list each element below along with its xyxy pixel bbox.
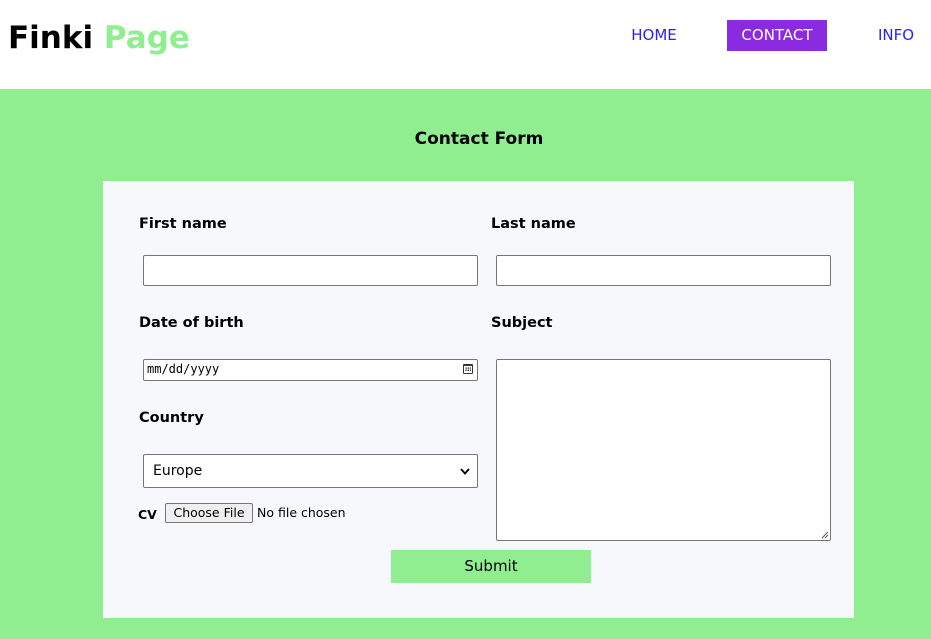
last-name-label: Last name	[491, 216, 576, 232]
country-selected-value: Europe	[153, 463, 203, 479]
choose-file-button[interactable]: Choose File	[165, 503, 253, 523]
cv-label: CV	[138, 507, 157, 522]
dob-label: Date of birth	[139, 315, 244, 331]
nav-info-link[interactable]: INFO	[872, 20, 920, 51]
file-status-text: No file chosen	[257, 505, 346, 520]
logo-part1: Finki	[8, 20, 94, 56]
dob-placeholder: mm/dd/yyyy	[147, 362, 220, 376]
calendar-icon[interactable]	[463, 364, 473, 374]
form-title: Contact Form	[414, 129, 544, 149]
last-name-input[interactable]	[496, 255, 831, 286]
nav-contact-link[interactable]: CONTACT	[727, 20, 827, 51]
subject-textarea[interactable]	[496, 359, 831, 541]
country-label: Country	[139, 410, 204, 426]
nav-home-link[interactable]: HOME	[618, 20, 690, 51]
dob-input[interactable]: mm/dd/yyyy	[143, 359, 478, 381]
site-header: Finki Page HOME CONTACT INFO	[0, 0, 931, 89]
subject-label: Subject	[491, 315, 553, 331]
chevron-down-icon	[460, 468, 470, 475]
country-select[interactable]: Europe	[143, 454, 478, 488]
first-name-input[interactable]	[143, 255, 478, 286]
submit-button[interactable]: Submit	[391, 550, 591, 583]
first-name-label: First name	[139, 216, 227, 232]
logo: Finki Page	[8, 18, 190, 58]
resize-grip-icon[interactable]	[820, 530, 829, 539]
logo-part2: Page	[103, 20, 190, 56]
